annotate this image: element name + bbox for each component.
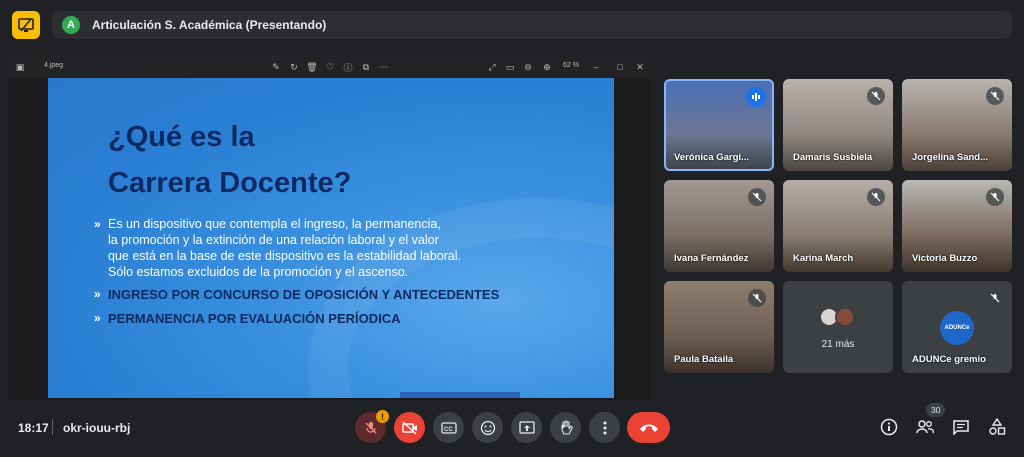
meet-window: A Articulación S. Académica (Presentando…	[0, 0, 1024, 457]
app-icon: ▣	[15, 61, 25, 72]
participant-tile[interactable]: Paula Bataila	[664, 281, 774, 373]
edit-icon[interactable]: ✎	[270, 61, 282, 73]
hand-icon	[560, 419, 573, 435]
people-count-badge: 30	[926, 403, 946, 417]
presentation-indicator[interactable]	[12, 11, 40, 39]
viewer-filename: 4.jpeg	[44, 62, 64, 69]
mic-off-icon	[748, 289, 766, 307]
people-icon	[916, 420, 934, 434]
participant-name: Damaris Susbiela	[793, 152, 873, 163]
speaking-indicator-icon	[746, 87, 766, 107]
image-viewer-toolbar: ▣ 4.jpeg ✎ ↻ 🗑 ♡ ⓘ ⧉ ⋯ ⤢ ▭ ⊖ ⊕ 62 % – □ …	[8, 56, 650, 78]
activities-button[interactable]	[986, 416, 1008, 438]
rotate-icon[interactable]: ↻	[288, 61, 300, 73]
more-participants-tile[interactable]: 21 más	[783, 281, 893, 373]
mic-off-icon	[748, 188, 766, 206]
present-screen-icon	[518, 420, 535, 434]
reactions-button[interactable]	[472, 412, 503, 443]
participant-name: Victoria Buzzo	[912, 253, 978, 264]
participant-tile[interactable]: Victoria Buzzo	[902, 180, 1012, 272]
participant-name: Jorgelina Sand...	[912, 152, 989, 163]
slide-bullets: » Es un dispositivo que contempla el ing…	[94, 216, 614, 334]
delete-icon[interactable]: 🗑	[306, 61, 318, 73]
participant-name: Verónica Gargi...	[674, 152, 749, 163]
chat-button[interactable]	[950, 416, 972, 438]
zoom-level: 62 %	[563, 62, 579, 69]
presenter-avatar: A	[62, 16, 80, 34]
raise-hand-button[interactable]	[550, 412, 581, 443]
participant-name: ADUNCe gremio	[912, 354, 986, 365]
captions-button[interactable]: CC	[433, 412, 464, 443]
fit-icon[interactable]: ▭	[504, 61, 516, 73]
mic-off-icon	[867, 87, 885, 105]
shared-screen: ▣ 4.jpeg ✎ ↻ 🗑 ♡ ⓘ ⧉ ⋯ ⤢ ▭ ⊖ ⊕ 62 % – □ …	[8, 56, 650, 400]
mic-off-icon	[986, 188, 1004, 206]
zoom-out-icon[interactable]: ⊖	[522, 61, 534, 73]
mic-warning-badge: !	[376, 410, 389, 423]
participant-name: Paula Bataila	[674, 354, 734, 365]
slide-title: ¿Qué es la Carrera Docente?	[108, 121, 352, 199]
camera-off-icon	[401, 420, 417, 435]
more-vert-icon	[603, 421, 606, 434]
avatar	[835, 307, 855, 327]
shapes-icon	[989, 418, 1006, 435]
meeting-title: Articulación S. Académica (Presentando)	[92, 18, 327, 32]
chevron-right-icon: »	[94, 217, 101, 231]
participant-tile[interactable]: Damaris Susbiela	[783, 79, 893, 171]
close-icon[interactable]: ✕	[634, 61, 646, 73]
participant-tile[interactable]: Karina March	[783, 180, 893, 272]
mic-off-icon	[986, 289, 1004, 307]
maximize-icon[interactable]: □	[614, 61, 626, 73]
participant-tile[interactable]: Jorgelina Sand...	[902, 79, 1012, 171]
bullet-definition: » Es un dispositivo que contempla el ing…	[94, 217, 462, 279]
minimize-icon[interactable]: –	[590, 61, 602, 73]
svg-text:CC: CC	[444, 427, 453, 433]
divider	[52, 419, 53, 435]
end-call-button[interactable]	[627, 412, 670, 443]
presentation-slide: ¿Qué es la Carrera Docente? » Es un disp…	[48, 78, 614, 398]
mic-off-icon	[867, 188, 885, 206]
more-participants-label: 21 más	[821, 339, 855, 350]
bullet-permanencia: » PERMANENCIA POR EVALUACIÓN PERÍODICA	[94, 311, 401, 326]
fullscreen-icon[interactable]: ⤢	[486, 61, 498, 73]
favorite-icon[interactable]: ♡	[324, 61, 336, 73]
meeting-clock: 18:17	[18, 421, 49, 435]
chevron-right-icon: »	[94, 287, 101, 301]
bullet-ingreso: » INGRESO POR CONCURSO DE OPOSICIÓN Y AN…	[94, 287, 500, 302]
phone-hangup-icon	[639, 424, 658, 432]
overflow-avatars	[819, 307, 855, 327]
chat-icon	[953, 420, 969, 435]
more-icon[interactable]: ⋯	[378, 61, 390, 73]
camera-button[interactable]	[394, 412, 425, 443]
present-screen-icon	[18, 18, 34, 32]
more-options-button[interactable]	[589, 412, 620, 443]
participant-name: Karina March	[793, 253, 854, 264]
participant-name: Ivana Fernández	[674, 253, 749, 264]
participant-tile[interactable]: Ivana Fernández	[664, 180, 774, 272]
mic-off-icon	[986, 87, 1004, 105]
people-button[interactable]	[914, 416, 936, 438]
mic-off-icon	[365, 421, 376, 433]
info-icon	[880, 418, 898, 436]
avatar: ADUNCe	[940, 311, 974, 345]
zoom-in-icon[interactable]: ⊕	[541, 61, 553, 73]
meeting-details-button[interactable]	[878, 416, 900, 438]
meeting-title-bar[interactable]: A Articulación S. Académica (Presentando…	[52, 11, 1012, 39]
captions-icon: CC	[440, 421, 457, 434]
present-button[interactable]	[511, 412, 542, 443]
meeting-code: okr-iouu-rbj	[63, 421, 131, 435]
chevron-right-icon: »	[94, 311, 101, 325]
participant-tile[interactable]: ADUNCe ADUNCe gremio	[902, 281, 1012, 373]
crop-icon[interactable]: ⧉	[360, 61, 372, 73]
participant-tile[interactable]: Verónica Gargi...	[664, 79, 774, 171]
info-icon[interactable]: ⓘ	[342, 61, 354, 73]
emoji-icon	[480, 420, 495, 435]
